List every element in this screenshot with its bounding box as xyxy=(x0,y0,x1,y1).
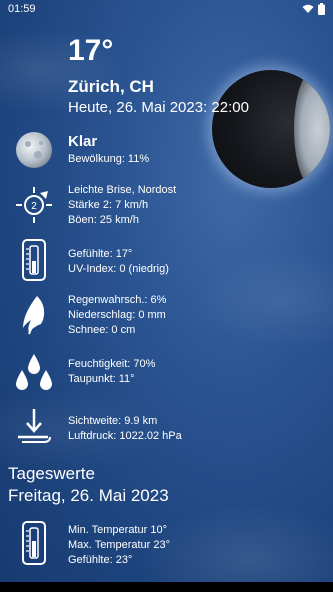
snow-amount: Schnee: 0 cm xyxy=(68,324,136,336)
umbrella-icon xyxy=(12,293,56,337)
feels-like-text: Gefühlte: 17° xyxy=(68,248,133,260)
current-temperature: 17° xyxy=(68,34,114,67)
dew-point-text: Taupunkt: 11° xyxy=(68,373,135,385)
precipitation-amount: Niederschlag: 0 mm xyxy=(68,309,166,321)
thermometer-icon xyxy=(12,521,56,565)
moon-icon xyxy=(12,128,56,172)
rain-probability: Regenwahrsch.: 6% xyxy=(68,294,167,306)
wind-description: Leichte Brise, Nordost xyxy=(68,184,177,196)
uv-index-text: UV-Index: 0 (niedrig) xyxy=(68,263,169,275)
wind-force-badge: 2 xyxy=(31,201,37,212)
visibility-pressure-icon xyxy=(12,405,56,449)
status-bar: 01:59 xyxy=(0,0,333,20)
wind-gusts: Böen: 25 km/h xyxy=(68,214,139,226)
conditions-row: Klar Bewölkung: 11% xyxy=(0,128,333,172)
visibility-row: Sichtweite: 9.9 km Luftdruck: 1022.02 hP… xyxy=(0,405,333,449)
pressure-text: Luftdruck: 1022.02 hPa xyxy=(68,430,182,442)
daily-feels-like: Gefühlte: 23° xyxy=(68,554,133,566)
max-temperature: Max. Temperatur 23° xyxy=(68,539,171,551)
wind-compass-icon: 2 xyxy=(12,183,56,227)
cloud-cover-text: Bewölkung: 11% xyxy=(68,153,150,165)
min-temperature: Min. Temperatur 10° xyxy=(68,524,167,536)
condition-label: Klar xyxy=(68,133,98,150)
precipitation-row: Regenwahrsch.: 6% Niederschlag: 0 mm Sch… xyxy=(0,293,333,339)
navigation-bar xyxy=(0,582,333,592)
daily-temperature-row: Min. Temperatur 10° Max. Temperatur 23° … xyxy=(0,521,333,569)
daily-section-title: Tageswerte xyxy=(8,464,95,483)
status-time: 01:59 xyxy=(8,3,36,15)
wifi-icon xyxy=(302,4,314,13)
water-drops-icon xyxy=(12,350,56,394)
status-icons xyxy=(302,3,325,15)
feels-like-row: Gefühlte: 17° UV-Index: 0 (niedrig) xyxy=(0,238,333,282)
humidity-row: Feuchtigkeit: 70% Taupunkt: 11° xyxy=(0,350,333,394)
battery-icon xyxy=(318,3,325,15)
thermometer-icon xyxy=(12,238,56,282)
location-name[interactable]: Zürich, CH xyxy=(68,77,154,97)
humidity-text: Feuchtigkeit: 70% xyxy=(68,358,156,370)
wind-strength: Stärke 2: 7 km/h xyxy=(68,199,149,211)
wind-row: 2 Leichte Brise, Nordost Stärke 2: 7 km/… xyxy=(0,183,333,229)
daily-date: Freitag, 26. Mai 2023 xyxy=(8,486,169,505)
visibility-text: Sichtweite: 9.9 km xyxy=(68,415,158,427)
current-datetime: Heute, 26. Mai 2023: 22:00 xyxy=(68,99,249,116)
